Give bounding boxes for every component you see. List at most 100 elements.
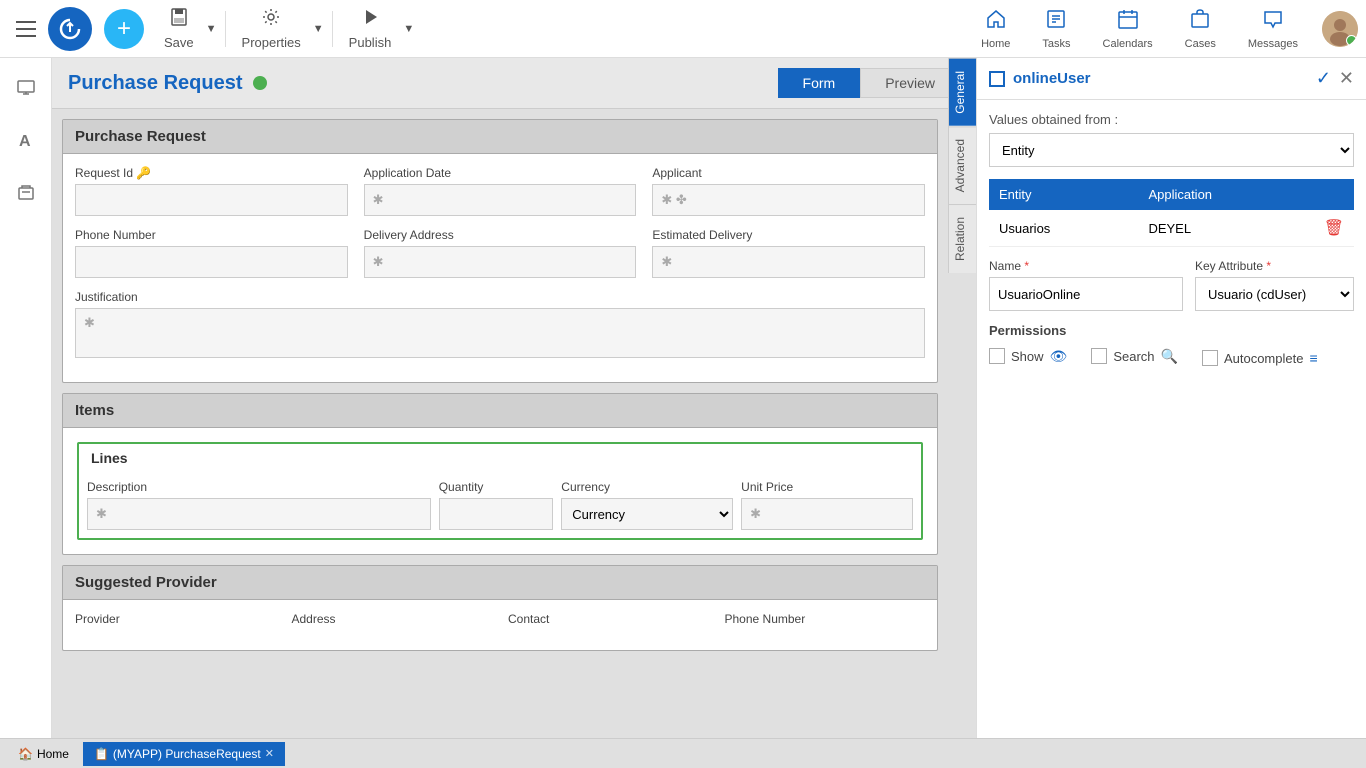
properties-action[interactable]: Properties	[234, 3, 309, 54]
panel-close-icon[interactable]: ✕	[1339, 68, 1354, 89]
hamburger-button[interactable]	[8, 11, 44, 47]
sidebar-icon-monitor[interactable]	[8, 70, 44, 106]
items-header: Items	[63, 394, 937, 428]
svg-text:A: A	[19, 133, 31, 149]
page-title: Purchase Request	[68, 72, 243, 95]
purchase-request-tab[interactable]: 📋 (MYAPP) PurchaseRequest ✕	[83, 742, 285, 766]
key-attr-field: Key Attribute * Usuario (cdUser)	[1195, 259, 1354, 311]
currency-select[interactable]: Currency	[561, 498, 733, 530]
perm-show: Show 👁	[989, 346, 1067, 366]
nav-cases[interactable]: Cases	[1177, 4, 1224, 54]
perm-autocomplete: Autocomplete ≡	[1202, 350, 1318, 366]
v-tab-relation[interactable]: Relation	[949, 204, 976, 273]
toolbar-left: + Save ▼ Properties ▼	[8, 3, 973, 54]
justification-input[interactable]: ✱	[75, 308, 925, 358]
tab-icon: 📋	[94, 747, 109, 761]
save-dropdown[interactable]: ▼	[206, 23, 217, 35]
cases-label: Cases	[1185, 38, 1216, 50]
messages-label: Messages	[1248, 38, 1298, 50]
address-label: Address	[292, 612, 493, 626]
calendars-label: Calendars	[1103, 38, 1153, 50]
description-input[interactable]: ✱	[87, 498, 431, 530]
messages-icon	[1262, 8, 1284, 36]
nav-messages[interactable]: Messages	[1240, 4, 1306, 54]
application-date-input[interactable]: ✱	[364, 184, 637, 216]
entity-select-wrap: Entity	[989, 133, 1354, 167]
save-action[interactable]: Save	[156, 3, 202, 54]
nav-calendars[interactable]: Calendars	[1095, 4, 1161, 54]
estimated-delivery-input[interactable]: ✱	[652, 246, 925, 278]
description-label: Description	[87, 480, 431, 494]
values-from-label: Values obtained from :	[989, 112, 1354, 127]
main-layout: A Purchase Request Form Preview Pu	[0, 58, 1366, 738]
provider-label-field: Provider	[75, 612, 276, 626]
home-tab[interactable]: 🏠 Home	[8, 745, 79, 763]
application-date-label: Application Date	[364, 166, 637, 180]
key-attr-select[interactable]: Usuario (cdUser)	[1195, 277, 1354, 311]
name-field: Name *	[989, 259, 1183, 311]
suggested-provider-header: Suggested Provider	[63, 566, 937, 600]
purchase-request-header: Purchase Request	[63, 120, 937, 154]
home-icon	[985, 8, 1007, 36]
logo-button[interactable]	[48, 7, 92, 51]
permissions-label: Permissions	[989, 323, 1354, 338]
online-checkbox[interactable]	[989, 71, 1005, 87]
address-label-field: Address	[292, 612, 493, 626]
name-input[interactable]	[989, 277, 1183, 311]
lines-section: Lines Description ✱ Quantit	[77, 442, 923, 540]
divider2	[332, 11, 333, 47]
divider1	[225, 11, 226, 47]
nav-home[interactable]: Home	[973, 4, 1018, 54]
field-delivery-address: Delivery Address ✱	[364, 228, 637, 278]
sidebar-icon-text[interactable]: A	[8, 122, 44, 158]
phone-label: Phone Number	[725, 612, 926, 626]
delete-row-icon[interactable]: 🗑	[1324, 220, 1344, 237]
field-applicant: Applicant ✱ ✤	[652, 166, 925, 216]
name-row: Name * Key Attribute * Usuario (cdUser)	[989, 259, 1354, 311]
delivery-address-input[interactable]: ✱	[364, 246, 637, 278]
items-body: Lines Description ✱ Quantit	[63, 428, 937, 554]
v-tab-advanced[interactable]: Advanced	[949, 126, 976, 204]
tab-form[interactable]: Form	[778, 68, 861, 98]
autocomplete-checkbox[interactable]	[1202, 350, 1218, 366]
right-panel: onlineUser ✓ ✕ Values obtained from : En…	[976, 58, 1366, 738]
quantity-input[interactable]	[439, 498, 554, 530]
add-button[interactable]: +	[104, 9, 144, 49]
field-estimated-delivery: Estimated Delivery ✱	[652, 228, 925, 278]
autocomplete-label: Autocomplete	[1224, 351, 1304, 366]
tab-preview[interactable]: Preview	[860, 68, 960, 98]
properties-dropdown[interactable]: ▼	[313, 23, 324, 35]
sidebar-icon-package[interactable]	[8, 174, 44, 210]
request-id-input[interactable]	[75, 184, 348, 216]
search-checkbox[interactable]	[1091, 348, 1107, 364]
panel-header: onlineUser ✓ ✕	[977, 58, 1366, 100]
publish-dropdown[interactable]: ▼	[403, 23, 414, 35]
unit-price-input[interactable]: ✱	[741, 498, 913, 530]
field-request-id: Request Id 🔑	[75, 166, 348, 216]
v-tab-general[interactable]: General	[949, 58, 976, 126]
nav-tasks[interactable]: Tasks	[1034, 4, 1078, 54]
calendars-icon	[1117, 8, 1139, 36]
form-row-2: Phone Number Delivery Address ✱ Estimate…	[75, 228, 925, 278]
phone-number-input[interactable]	[75, 246, 348, 278]
home-icon-bottom: 🏠	[18, 747, 33, 761]
application-col-header: Application	[1138, 179, 1313, 210]
applicant-input[interactable]: ✱ ✤	[652, 184, 925, 216]
left-sidebar: A	[0, 58, 52, 738]
entity-select[interactable]: Entity	[989, 133, 1354, 167]
avatar[interactable]	[1322, 11, 1358, 47]
list-icon: ≡	[1309, 350, 1317, 366]
col-currency: Currency Currency	[561, 480, 733, 530]
publish-action[interactable]: Publish	[341, 3, 400, 54]
panel-confirm-icon[interactable]: ✓	[1316, 68, 1331, 89]
justification-label: Justification	[75, 290, 925, 304]
name-label: Name *	[989, 259, 1183, 273]
tab-close-icon[interactable]: ✕	[265, 747, 274, 760]
show-checkbox[interactable]	[989, 348, 1005, 364]
lines-columns: Description ✱ Quantity	[87, 480, 913, 530]
items-section: Items Lines Description ✱	[62, 393, 938, 555]
applicant-label: Applicant	[652, 166, 925, 180]
save-icon	[169, 7, 189, 33]
application-cell: DEYEL	[1138, 210, 1313, 247]
table-row: Usuarios DEYEL 🗑	[989, 210, 1354, 247]
